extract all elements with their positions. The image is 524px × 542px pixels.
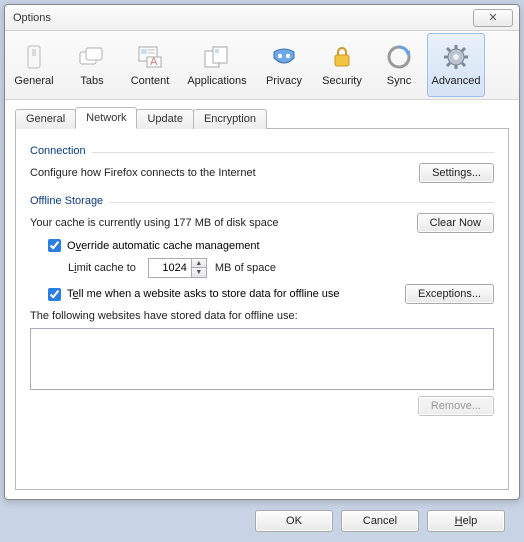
svg-text:A: A — [150, 56, 158, 68]
tab-label: Network — [86, 112, 126, 124]
category-label: Applications — [187, 75, 246, 87]
titlebar: Options ✕ — [5, 5, 519, 31]
offline-sites-listbox[interactable] — [30, 328, 494, 390]
category-label: Tabs — [80, 75, 103, 87]
spin-down-icon[interactable]: ▼ — [192, 268, 206, 277]
tab-general[interactable]: General — [15, 109, 76, 129]
connection-desc: Configure how Firefox connects to the In… — [30, 167, 256, 179]
category-label: General — [14, 75, 53, 87]
stored-label: The following websites have stored data … — [30, 310, 298, 322]
tell-row: Tell me when a website asks to store dat… — [48, 284, 494, 304]
spin-up-icon[interactable]: ▲ — [192, 259, 206, 268]
lock-icon — [328, 43, 356, 71]
tab-network[interactable]: Network — [75, 107, 137, 129]
category-security[interactable]: Security — [313, 33, 371, 97]
window-title: Options — [13, 12, 51, 24]
limit-row: Limit cache to ▲▼ MB of space — [68, 258, 494, 278]
button-label: OK — [286, 515, 302, 527]
remove-button: Remove... — [418, 396, 494, 416]
button-label: Clear Now — [430, 217, 481, 229]
clear-now-button[interactable]: Clear Now — [417, 213, 494, 233]
category-label: Advanced — [432, 75, 481, 87]
offline-heading: Offline Storage — [30, 195, 494, 207]
tab-encryption[interactable]: Encryption — [193, 109, 267, 129]
connection-heading: Connection — [30, 145, 494, 157]
dialog-footer: OK Cancel Help — [5, 500, 519, 542]
cancel-button[interactable]: Cancel — [341, 510, 419, 532]
content-icon: A — [136, 43, 164, 71]
limit-unit: MB of space — [215, 262, 276, 274]
tab-label: Encryption — [204, 113, 256, 125]
limit-spinner[interactable]: ▲▼ — [148, 258, 207, 278]
window-close-button[interactable]: ✕ — [473, 9, 513, 27]
category-applications[interactable]: Applications — [179, 33, 255, 97]
tabs-icon — [78, 43, 106, 71]
limit-input[interactable] — [149, 260, 191, 276]
gear-icon — [442, 43, 470, 71]
category-toolbar: General Tabs A Content Applications Priv… — [5, 31, 519, 100]
override-label[interactable]: Override automatic cache management — [67, 240, 260, 252]
mask-icon — [270, 43, 298, 71]
category-privacy[interactable]: Privacy — [255, 33, 313, 97]
ok-button[interactable]: OK — [255, 510, 333, 532]
settings-button[interactable]: Settings... — [419, 163, 494, 183]
button-label: Cancel — [363, 515, 397, 527]
category-tabs[interactable]: Tabs — [63, 33, 121, 97]
cache-desc: Your cache is currently using 177 MB of … — [30, 217, 278, 229]
divider — [109, 202, 494, 203]
limit-label: Limit cache to — [68, 262, 136, 274]
category-label: Privacy — [266, 75, 302, 87]
applications-icon — [203, 43, 231, 71]
group-label: Connection — [30, 145, 86, 157]
tab-update[interactable]: Update — [136, 109, 193, 129]
content-area: General Network Update Encryption Connec… — [5, 100, 519, 500]
category-label: Content — [131, 75, 170, 87]
category-general[interactable]: General — [5, 33, 63, 97]
category-sync[interactable]: Sync — [371, 33, 427, 97]
network-panel: Connection Configure how Firefox connect… — [15, 128, 509, 490]
category-content[interactable]: A Content — [121, 33, 179, 97]
help-button[interactable]: Help — [427, 510, 505, 532]
category-advanced[interactable]: Advanced — [427, 33, 485, 97]
category-label: Sync — [387, 75, 411, 87]
button-label: Settings... — [432, 167, 481, 179]
override-checkbox[interactable] — [48, 239, 61, 252]
category-label: Security — [322, 75, 362, 87]
override-row: Override automatic cache management — [48, 239, 494, 252]
tab-label: General — [26, 113, 65, 125]
sub-tab-row: General Network Update Encryption — [15, 106, 509, 128]
divider — [92, 152, 494, 153]
tell-label[interactable]: Tell me when a website asks to store dat… — [67, 288, 340, 300]
exceptions-button[interactable]: Exceptions... — [405, 284, 494, 304]
sync-icon — [385, 43, 413, 71]
spinner-buttons[interactable]: ▲▼ — [191, 259, 206, 277]
options-window: Options ✕ General Tabs A Content Applica… — [4, 4, 520, 500]
switch-icon — [20, 43, 48, 71]
tab-label: Update — [147, 113, 182, 125]
group-label: Offline Storage — [30, 195, 103, 207]
button-label: Remove... — [431, 400, 481, 412]
close-icon: ✕ — [488, 11, 497, 24]
button-label: Exceptions... — [418, 288, 481, 300]
tell-checkbox[interactable] — [48, 288, 61, 301]
